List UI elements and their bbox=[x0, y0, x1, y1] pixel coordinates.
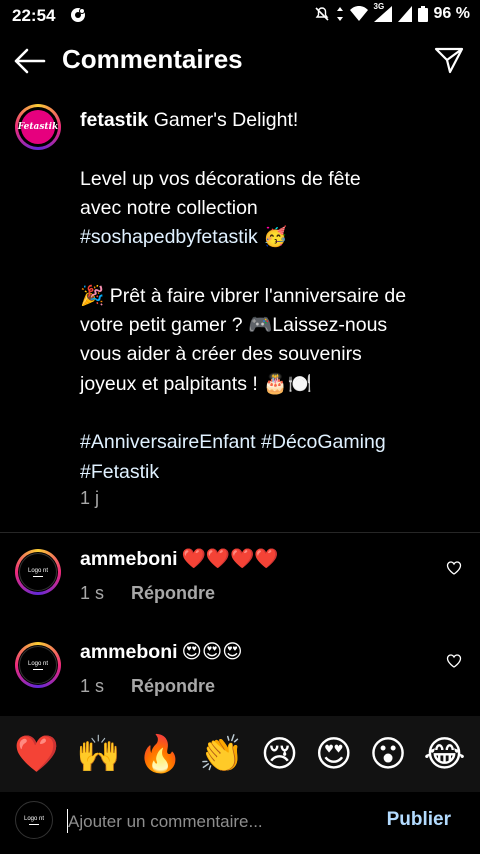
status-bar: 22:54 3G 96 % bbox=[0, 0, 480, 32]
comment-avatar[interactable]: Logo nt bbox=[15, 642, 61, 688]
caption-p2-line1: Level up vos décorations de fête bbox=[80, 167, 361, 190]
post-caption: Fetastik fetastik Gamer's Delight! Level… bbox=[0, 96, 480, 533]
emoji-laughing[interactable]: 😂 bbox=[424, 733, 466, 775]
comment-text: 😍😍😍 bbox=[181, 641, 243, 663]
wifi-icon bbox=[349, 6, 368, 21]
battery-icon bbox=[417, 6, 428, 22]
emoji-fire[interactable]: 🔥 bbox=[138, 733, 183, 775]
publish-button[interactable]: Publier bbox=[387, 809, 451, 831]
reply-button[interactable]: Répondre bbox=[131, 583, 215, 604]
comment-input[interactable] bbox=[66, 807, 370, 837]
caption-username[interactable]: fetastik bbox=[80, 109, 148, 131]
hashtag-link[interactable]: #soshapedbyfetastik bbox=[80, 226, 258, 248]
app-header: Commentaires bbox=[0, 36, 480, 86]
avatar-text: Logo nt bbox=[27, 567, 49, 574]
caption-text: fetastik Gamer's Delight! Level up vos d… bbox=[80, 106, 430, 487]
data-arrows-icon bbox=[336, 7, 343, 21]
hashtags-line1[interactable]: #AnniversaireEnfant #DécoGaming bbox=[80, 428, 430, 457]
network-type: 3G bbox=[373, 2, 385, 11]
comment-user-line: ammeboni ❤️❤️❤️❤️ bbox=[80, 547, 279, 571]
signal-icon-2 bbox=[397, 6, 412, 22]
comment-item: Logo nt ammeboni 😍😍😍 1 s Répondre bbox=[0, 636, 480, 726]
hashtags-line2[interactable]: #Fetastik bbox=[80, 458, 430, 487]
comment-timestamp: 1 s bbox=[80, 676, 105, 696]
comment-username[interactable]: ammeboni bbox=[80, 641, 178, 663]
cell-signal-3g: 3G bbox=[373, 2, 392, 22]
like-heart-icon[interactable] bbox=[446, 653, 462, 669]
comment-text: ❤️❤️❤️❤️ bbox=[181, 548, 279, 570]
notification-icon bbox=[71, 8, 85, 22]
status-time: 22:54 bbox=[12, 6, 56, 25]
emoji-heart-eyes[interactable]: 😍 bbox=[315, 733, 353, 775]
caption-p3-line4: joyeux et palpitants ! 🎂🍽️ bbox=[80, 372, 312, 395]
emoji-crying[interactable]: 😢 bbox=[261, 733, 299, 775]
logo-avatar: Logo nt bbox=[19, 553, 57, 591]
logo-avatar: Logo nt bbox=[19, 646, 57, 684]
text-cursor bbox=[67, 809, 68, 833]
logo-avatar: Logo nt bbox=[15, 801, 53, 839]
current-user-avatar: Logo nt bbox=[15, 801, 53, 839]
caption-p3-line1: 🎉 Prêt à faire vibrer l'anniversaire de bbox=[80, 284, 407, 307]
reply-button[interactable]: Répondre bbox=[131, 676, 215, 697]
comment-item: Logo nt ammeboni ❤️❤️❤️❤️ 1 s Répondre bbox=[0, 543, 480, 633]
mute-icon bbox=[314, 7, 329, 21]
caption-timestamp: 1 j bbox=[80, 488, 100, 508]
emoji-clap[interactable]: 👏 bbox=[199, 733, 244, 775]
emoji-quick-bar: ❤️ 🙌 🔥 👏 😢 😍 😮 😂 bbox=[0, 716, 480, 792]
battery-percent: 96 % bbox=[433, 5, 470, 22]
avatar-text: Logo nt bbox=[27, 660, 49, 667]
comment-user-line: ammeboni 😍😍😍 bbox=[80, 640, 243, 664]
caption-line1: Gamer's Delight! bbox=[148, 109, 299, 131]
send-icon[interactable] bbox=[434, 45, 464, 75]
status-right: 3G 96 % bbox=[314, 2, 470, 23]
avatar-text: Logo nt bbox=[23, 815, 45, 822]
comment-timestamp: 1 s bbox=[80, 583, 105, 603]
page-title: Commentaires bbox=[62, 44, 243, 74]
emoji-raised-hands[interactable]: 🙌 bbox=[76, 733, 121, 775]
caption-p2-line2: avec notre collection bbox=[80, 196, 258, 219]
back-arrow-icon[interactable] bbox=[12, 46, 46, 76]
comment-input-bar: Logo nt Publier bbox=[0, 792, 480, 854]
like-heart-icon[interactable] bbox=[446, 560, 462, 576]
caption-avatar[interactable]: Fetastik bbox=[15, 104, 61, 150]
caption-emoji: 🥳 bbox=[257, 226, 288, 249]
emoji-heart[interactable]: ❤️ bbox=[14, 733, 59, 775]
caption-p3-line3: vous aider à créer des souvenirs bbox=[80, 343, 362, 366]
comment-avatar[interactable]: Logo nt bbox=[15, 549, 61, 595]
caption-p3-line2: votre petit gamer ? 🎮Laissez-nous bbox=[80, 314, 388, 337]
fetastik-logo: Fetastik bbox=[18, 110, 58, 144]
comment-username[interactable]: ammeboni bbox=[80, 548, 178, 570]
emoji-surprised[interactable]: 😮 bbox=[369, 733, 407, 775]
